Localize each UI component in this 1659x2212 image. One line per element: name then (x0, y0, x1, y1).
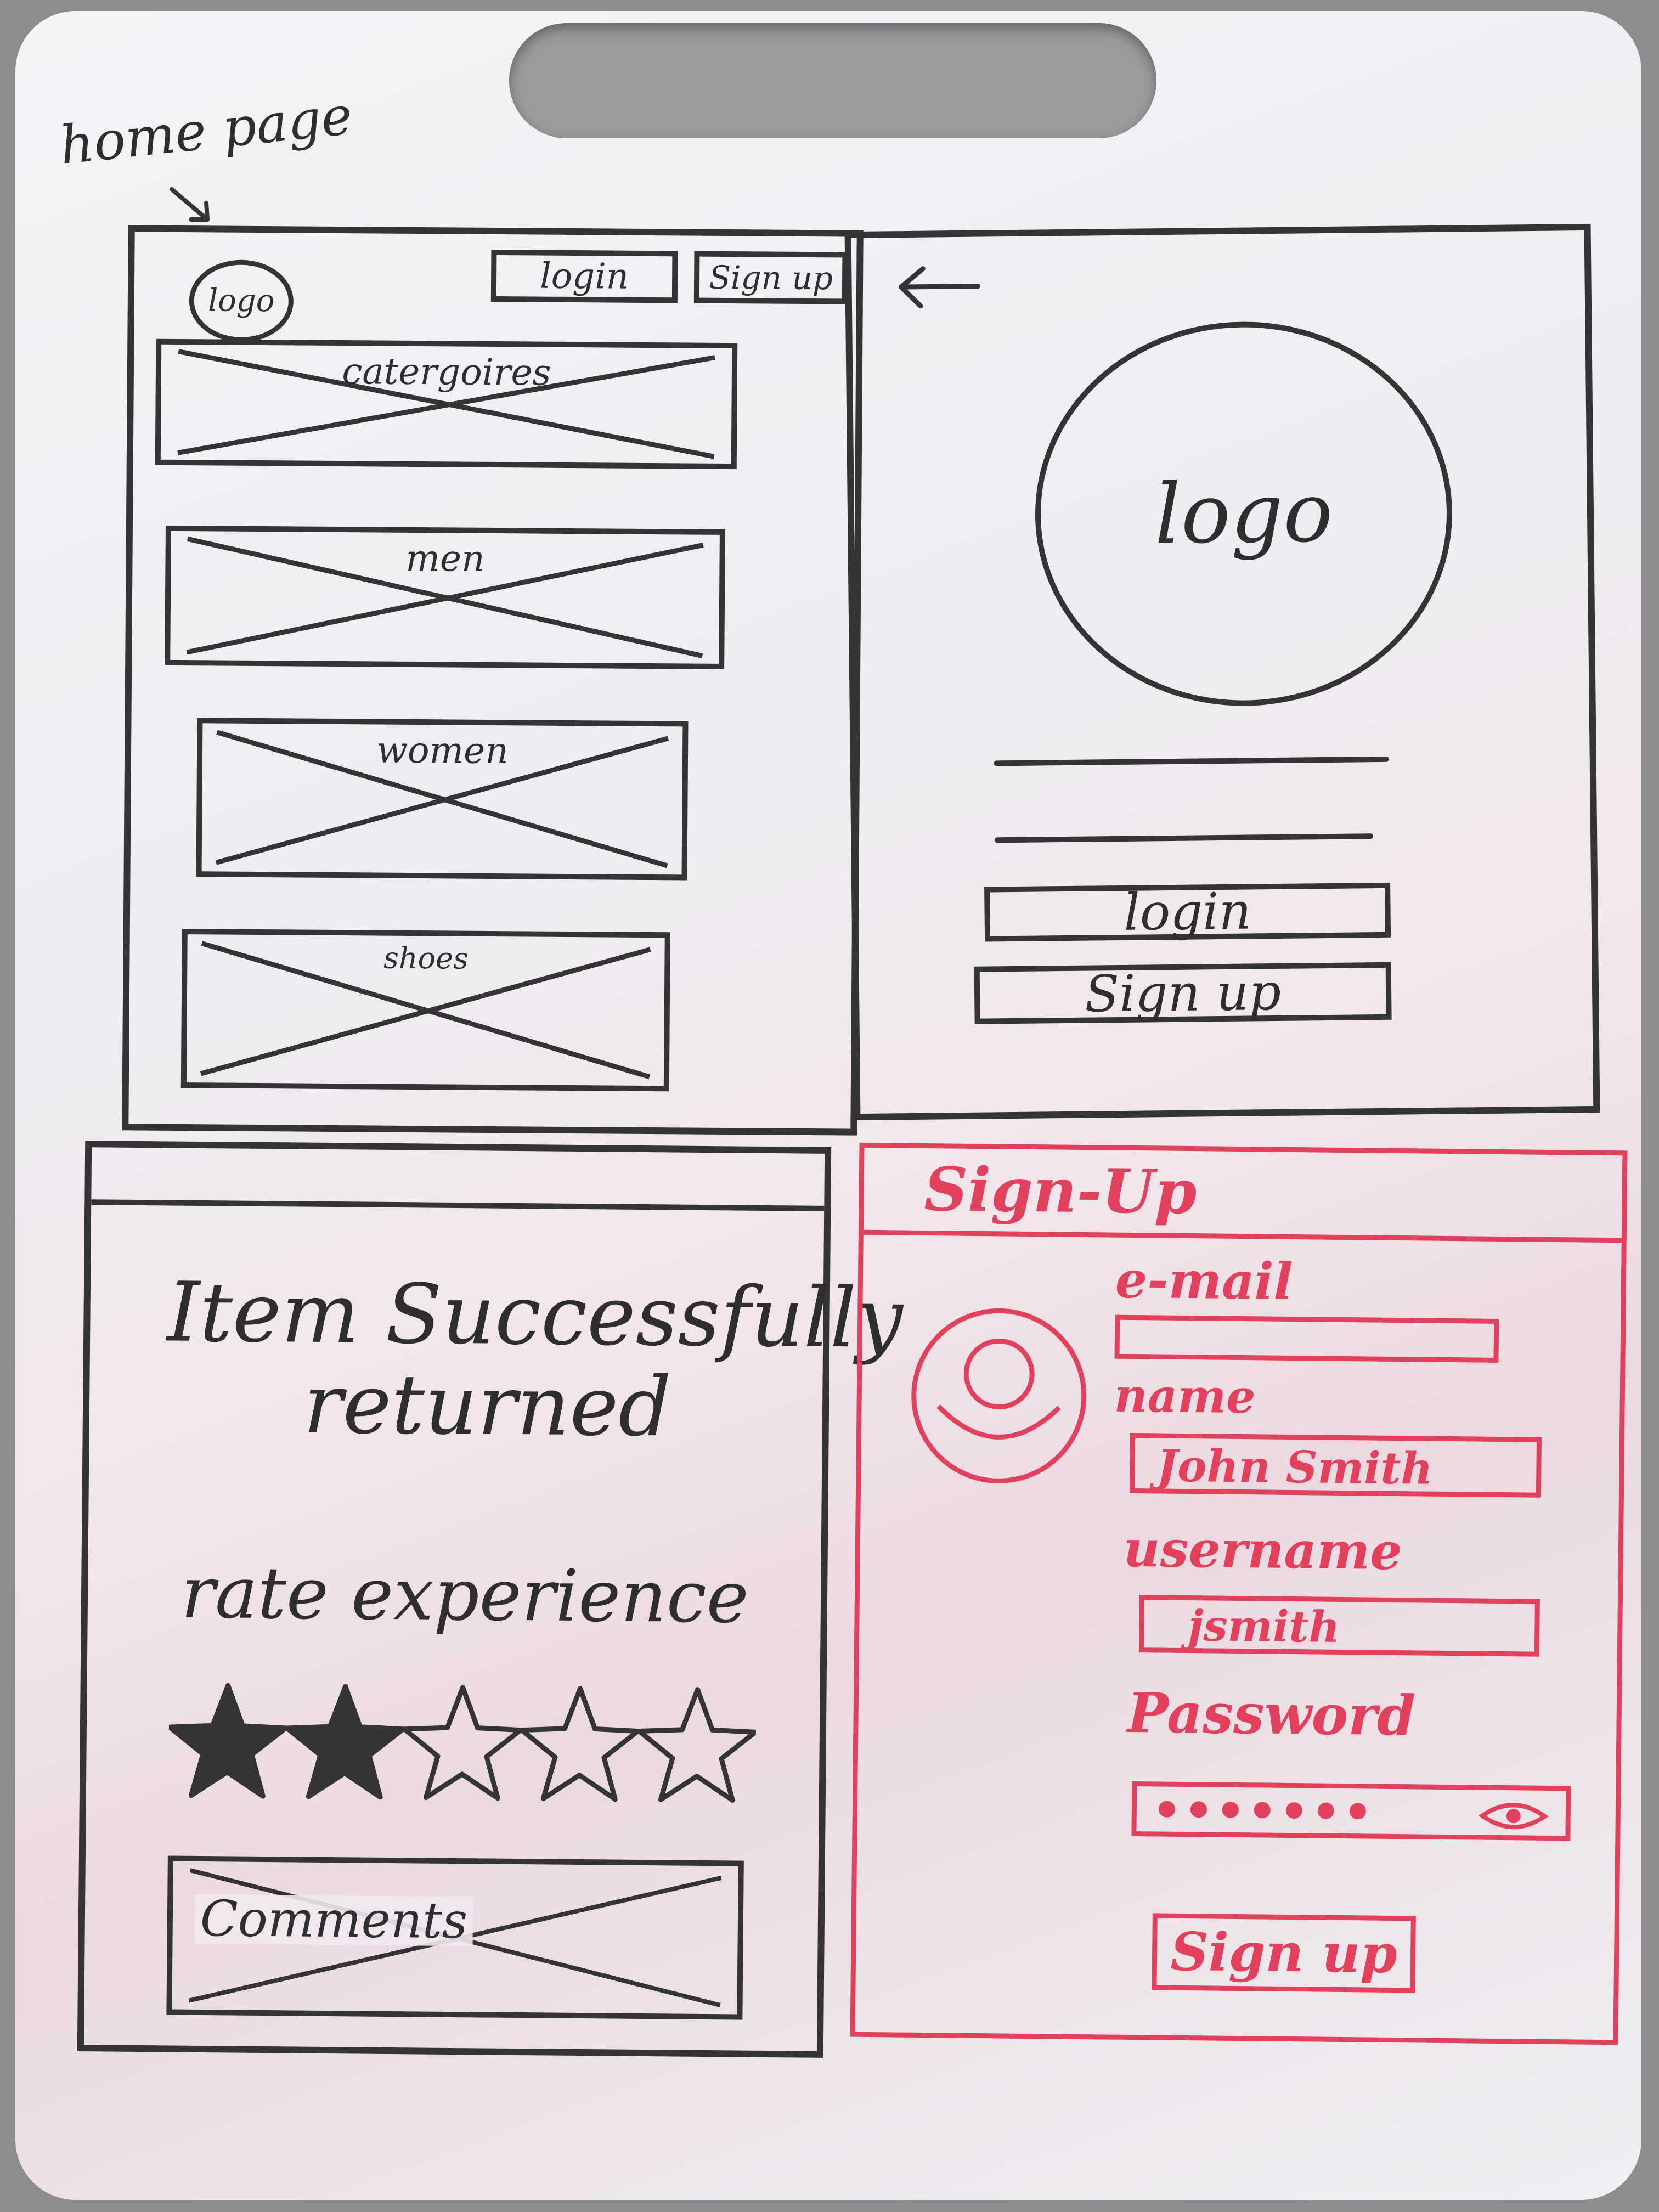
rate-experience-label: rate experience (180, 1550, 749, 1639)
star-rating[interactable] (167, 1669, 758, 1827)
category-card[interactable]: catergoires (155, 338, 738, 470)
annotation-arrow-icon (170, 187, 210, 222)
eye-icon[interactable] (1477, 1797, 1549, 1836)
name-label: name (1114, 1368, 1256, 1424)
success-message-line2: returned (303, 1356, 672, 1455)
star-rating-svg[interactable] (167, 1669, 758, 1827)
sign-up-title: Sign-Up (924, 1153, 1197, 1228)
home-page-annotation: home page (57, 84, 356, 177)
home-screen: logo login Sign up catergoires men women… (122, 225, 864, 1136)
header-divider (863, 1229, 1622, 1243)
username-label: username (1123, 1519, 1403, 1582)
sign-up-button[interactable]: Sign up (974, 962, 1392, 1024)
logo[interactable]: logo (1033, 319, 1454, 708)
board-handle (509, 23, 1156, 138)
username-input[interactable] (994, 756, 1389, 766)
username-field[interactable]: jsmith (1138, 1595, 1540, 1657)
whiteboard: home page logo login Sign up catergoires… (15, 11, 1641, 2200)
avatar-icon[interactable] (905, 1302, 1093, 1491)
password-label: Password (1127, 1680, 1416, 1748)
category-card[interactable]: men (165, 525, 725, 669)
star-icon[interactable] (167, 1683, 289, 1799)
section-label: shoes (383, 940, 469, 976)
password-input[interactable] (995, 833, 1374, 843)
section-label: catergoires (342, 350, 551, 394)
category-card[interactable]: women (196, 718, 689, 881)
star-icon[interactable] (402, 1685, 523, 1801)
logo[interactable]: logo (189, 259, 294, 343)
email-field[interactable] (1114, 1314, 1499, 1363)
password-mask (1158, 1801, 1381, 1821)
sign-up-submit-button[interactable]: Sign up (1152, 1913, 1416, 1993)
header-bar (91, 1199, 825, 1211)
star-icon[interactable] (519, 1686, 641, 1802)
login-button[interactable]: login (490, 249, 678, 303)
comments-label: Comments (194, 1890, 473, 1950)
return-confirmation-screen: Item Successfully returned rate experien… (77, 1141, 903, 2058)
back-arrow-icon[interactable] (890, 262, 984, 312)
section-label: men (405, 537, 485, 580)
section-label: women (376, 729, 509, 772)
sign-up-screen: Sign-Up e-mail name John Smith username … (850, 1142, 1628, 2045)
name-field[interactable]: John Smith (1129, 1432, 1542, 1498)
star-icon[interactable] (636, 1687, 758, 1803)
password-field[interactable] (1131, 1781, 1571, 1841)
login-button[interactable]: login (984, 882, 1391, 942)
star-icon[interactable] (284, 1684, 406, 1800)
success-message-line1: Item Successfully (166, 1265, 904, 1367)
sign-up-button[interactable]: Sign up (693, 251, 848, 304)
comments-box[interactable]: Comments (166, 1855, 744, 2020)
login-screen: logo login Sign up (844, 223, 1600, 1121)
category-card[interactable]: shoes (180, 929, 670, 1092)
email-label: e-mail (1115, 1250, 1294, 1311)
